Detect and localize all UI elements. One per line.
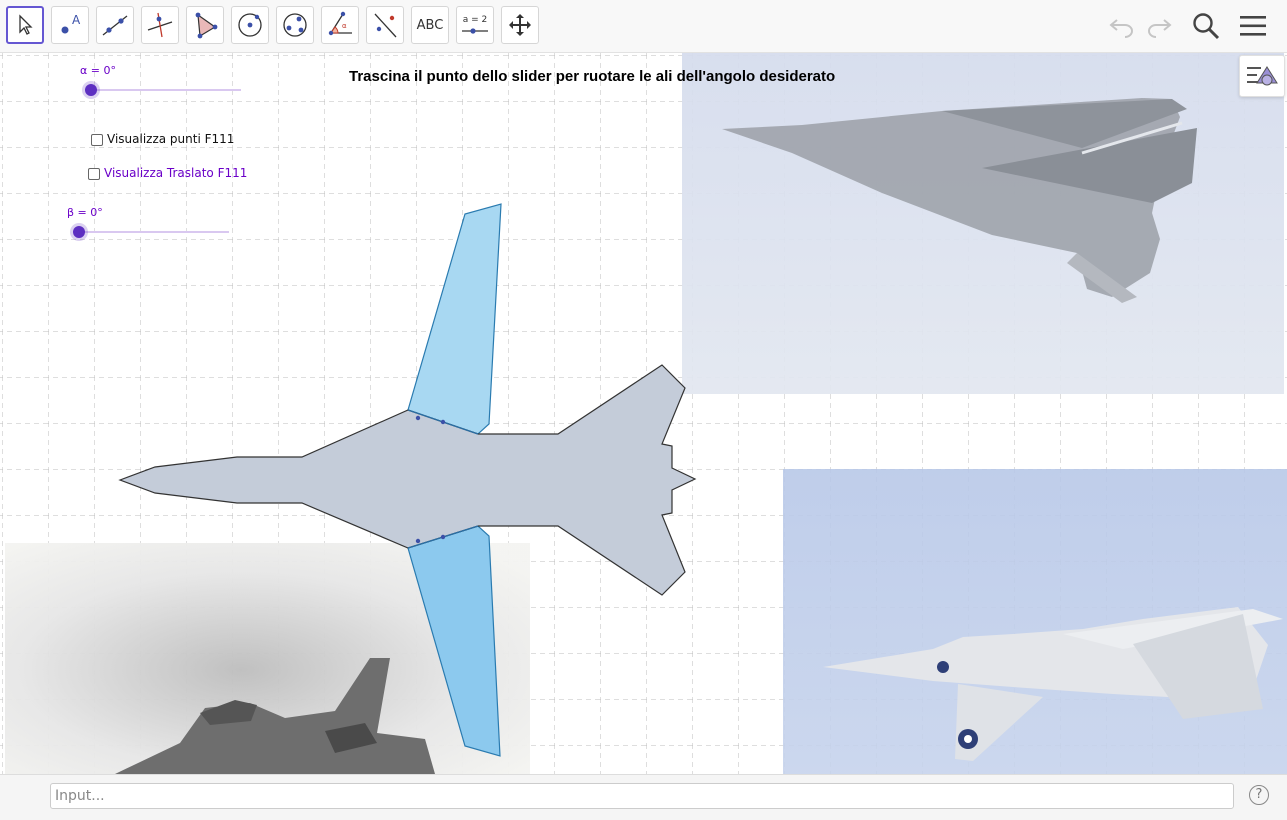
- circle-three-points-icon: [283, 13, 307, 37]
- redo-icon: [1148, 19, 1172, 38]
- main-menu-button[interactable]: [1235, 8, 1271, 44]
- graphics-view[interactable]: Trascina il punto dello slider per ruota…: [0, 53, 1287, 774]
- slider-alpha-track[interactable]: [90, 89, 241, 91]
- wing-pivot-point[interactable]: [440, 419, 446, 425]
- menu-icon: [1240, 16, 1266, 36]
- reflect-tool-button[interactable]: [366, 6, 404, 44]
- polygon-icon: [195, 12, 218, 39]
- undo-icon: [1109, 19, 1133, 38]
- show-points-label[interactable]: Visualizza punti F111: [107, 132, 234, 146]
- slider-alpha-label: α = 0°: [80, 64, 116, 77]
- text-tool-label: ABC: [416, 17, 444, 33]
- algebra-input-field[interactable]: [50, 783, 1234, 809]
- help-icon: ?: [1255, 787, 1263, 802]
- style-bar-icon: [1247, 66, 1278, 86]
- line-tool-button[interactable]: [96, 6, 134, 44]
- toolbar: A α ABC a = 2: [0, 0, 1287, 53]
- slider-alpha-handle[interactable]: [85, 84, 97, 96]
- move-graphics-view-tool-button[interactable]: [501, 6, 539, 44]
- line-icon: [102, 15, 128, 36]
- angle-tool-button[interactable]: α: [321, 6, 359, 44]
- point-tool-button[interactable]: A: [51, 6, 89, 44]
- reflect-icon: [374, 13, 397, 38]
- svg-text:A: A: [72, 13, 81, 27]
- slider-beta-handle[interactable]: [73, 226, 85, 238]
- show-points-checkbox[interactable]: [91, 134, 103, 146]
- lower-wing-polygon[interactable]: [407, 525, 501, 757]
- circle-three-points-tool-button[interactable]: [276, 6, 314, 44]
- input-bar: ?: [0, 774, 1287, 820]
- undo-button[interactable]: [1104, 8, 1140, 44]
- angle-icon: α: [328, 11, 352, 36]
- move-tool-button[interactable]: [6, 6, 44, 44]
- slider-tool-button[interactable]: a = 2: [456, 6, 494, 44]
- instruction-text: Trascina il punto dello slider per ruota…: [349, 68, 836, 85]
- svg-text:a = 2: a = 2: [463, 15, 488, 25]
- slider-beta-track[interactable]: [78, 231, 229, 233]
- wing-pivot-point[interactable]: [440, 534, 446, 540]
- polygon-tool-button[interactable]: [186, 6, 224, 44]
- fuselage-polygon[interactable]: [118, 364, 697, 596]
- show-translated-checkbox[interactable]: [88, 168, 100, 180]
- redo-button[interactable]: [1141, 8, 1177, 44]
- show-translated-label[interactable]: Visualizza Traslato F111: [104, 166, 247, 180]
- upper-wing-polygon[interactable]: [407, 203, 502, 435]
- svg-text:α: α: [342, 22, 347, 30]
- help-button[interactable]: ?: [1249, 785, 1269, 805]
- perpendicular-line-tool-button[interactable]: [141, 6, 179, 44]
- slider-icon: a = 2: [462, 15, 488, 34]
- circle-center-icon: [238, 13, 262, 37]
- slider-beta-label: β = 0°: [67, 206, 103, 219]
- perpendicular-icon: [147, 12, 173, 38]
- move-arrows-icon: [509, 14, 531, 36]
- f111-aircraft-figure: [118, 203, 697, 757]
- wing-pivot-point[interactable]: [415, 415, 421, 421]
- search-icon: [1193, 13, 1220, 40]
- circle-center-tool-button[interactable]: [231, 6, 269, 44]
- wing-pivot-point[interactable]: [415, 538, 421, 544]
- point-icon: A: [61, 13, 81, 34]
- style-bar-toggle-button[interactable]: [1239, 55, 1285, 97]
- search-button[interactable]: [1188, 8, 1224, 44]
- arrow-cursor-icon: [19, 14, 33, 35]
- text-tool-button[interactable]: ABC: [411, 6, 449, 44]
